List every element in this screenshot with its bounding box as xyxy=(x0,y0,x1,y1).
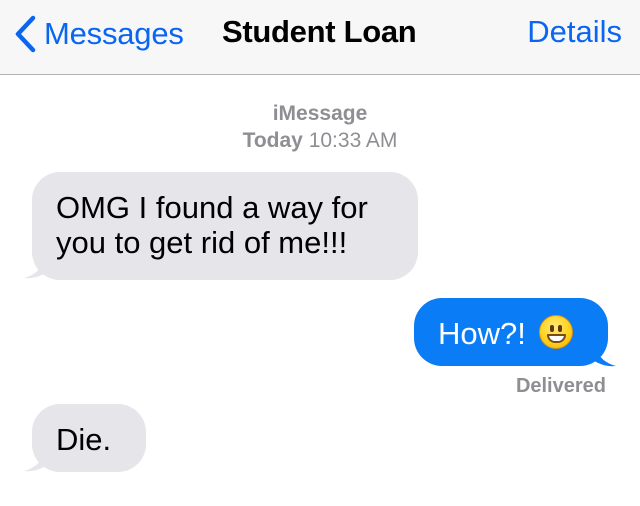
timestamp-time: 10:33 AM xyxy=(308,129,398,152)
grinning-face-emoji-icon xyxy=(538,315,573,349)
back-button-label: Messages xyxy=(44,16,184,51)
message-bubble-incoming[interactable]: Die. xyxy=(32,404,146,472)
back-button[interactable]: Messages xyxy=(14,12,184,56)
message-line: OMG I found a way for xyxy=(56,190,368,225)
conversation-title: Student Loan xyxy=(222,14,417,49)
timestamp: Today 10:33 AM xyxy=(0,129,640,153)
message-content: How?! xyxy=(438,315,573,351)
timestamp-day: Today xyxy=(242,129,303,152)
message-bubble-incoming[interactable]: OMG I found a way for you to get rid of … xyxy=(32,172,418,280)
service-label: iMessage xyxy=(272,102,368,125)
message-text: Die. xyxy=(56,422,112,457)
delivery-status: Delivered xyxy=(515,375,606,397)
message-text: How?! xyxy=(438,316,526,351)
message-line: you to get rid of me!!! xyxy=(56,225,348,260)
message-text: OMG I found a way for you to get rid of … xyxy=(56,190,368,260)
chevron-left-icon xyxy=(15,15,36,53)
message-bubble-outgoing[interactable]: How?! xyxy=(414,298,608,366)
details-button[interactable]: Details xyxy=(527,14,622,50)
navigation-bar: Messages Student Loan Details xyxy=(0,0,640,75)
